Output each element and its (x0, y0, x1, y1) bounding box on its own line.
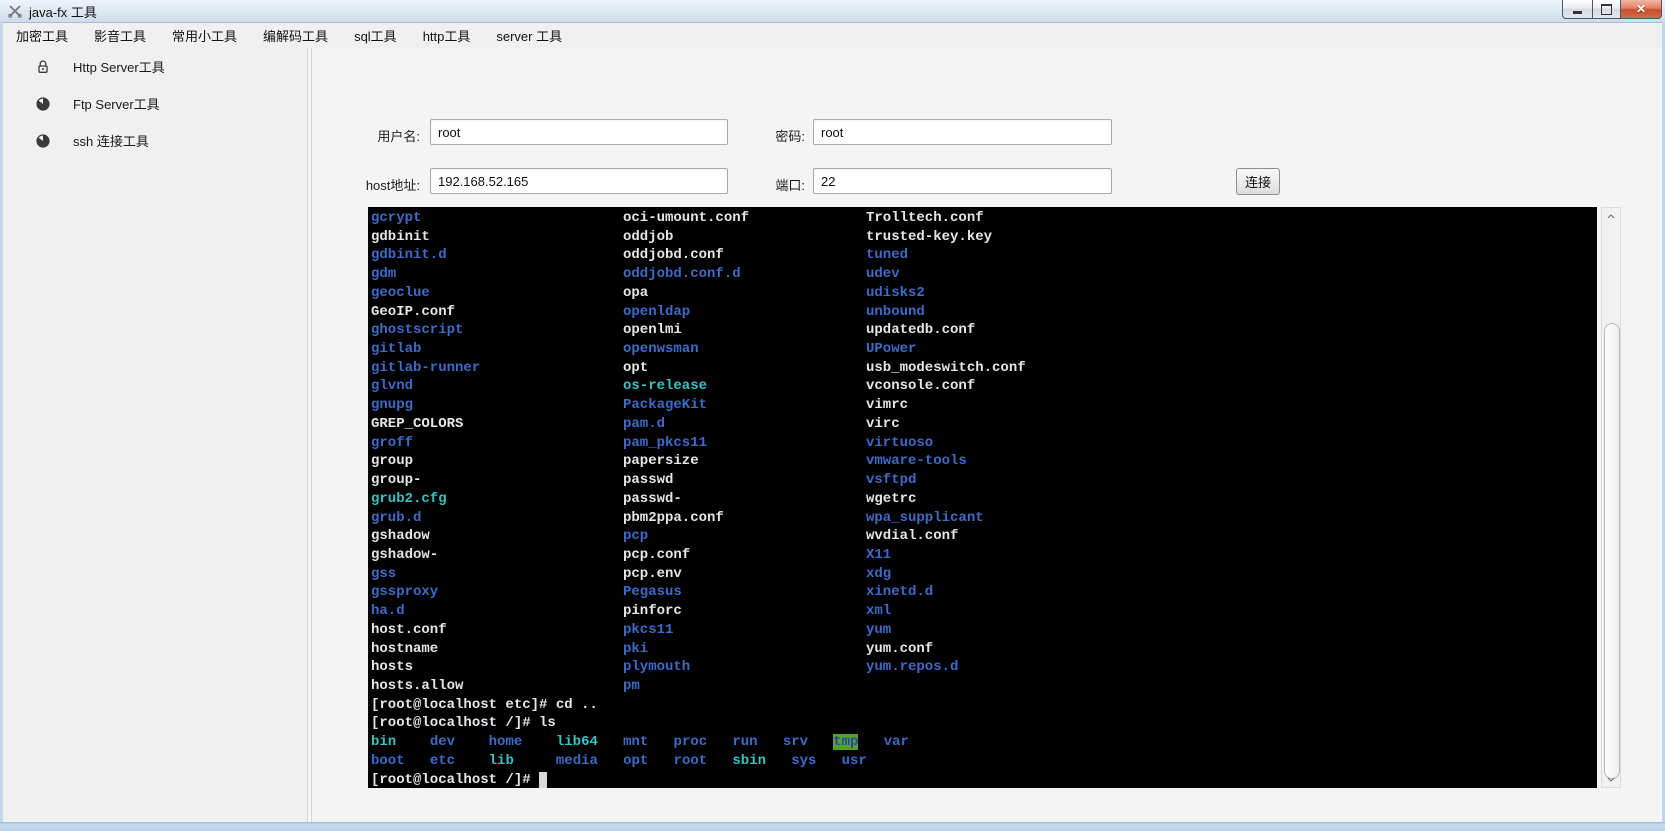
sidebar-item-0[interactable]: Http Server工具 (3, 48, 307, 85)
menu-item-0[interactable]: 加密工具 (3, 22, 81, 49)
username-label: 用户名: (340, 126, 420, 145)
sidebar-item-label: Http Server工具 (73, 57, 165, 76)
globe-icon (35, 96, 51, 112)
menu-item-6[interactable]: server 工具 (483, 22, 575, 49)
close-icon: ✕ (1636, 2, 1646, 16)
host-label: host地址: (330, 175, 420, 194)
scrollbar-thumb[interactable] (1604, 323, 1620, 779)
menu-item-1[interactable]: 影音工具 (81, 22, 159, 49)
terminal-line: gitlab-runneroptusb_modeswitch.conf (371, 359, 1597, 378)
menu-item-4[interactable]: sql工具 (341, 22, 410, 49)
password-label: 密码: (737, 126, 805, 145)
terminal-line: grub.dpbm2ppa.confwpa_supplicant (371, 509, 1597, 528)
sidebar: Http Server工具 Ftp Server工具 ssh 连接工具 (3, 48, 307, 822)
terminal-line: GeoIP.confopenldapunbound (371, 303, 1597, 322)
port-input[interactable] (813, 168, 1112, 194)
sidebar-item-label: Ftp Server工具 (73, 94, 160, 113)
window-title: java-fx 工具 (29, 2, 97, 21)
window-frame-bottom (0, 822, 1665, 831)
terminal-line: geoclueopaudisks2 (371, 284, 1597, 303)
terminal-line: bin dev home lib64 mnt proc run srv tmp … (371, 733, 1597, 752)
app-icon (7, 3, 23, 19)
terminal-line: ha.dpinforcxml (371, 602, 1597, 621)
terminal-line: grub2.cfgpasswd-wgetrc (371, 490, 1597, 509)
terminal-line: hosts.allowpm (371, 677, 1597, 696)
terminal[interactable]: gcryptoci-umount.confTrolltech.confgdbin… (368, 207, 1597, 788)
username-input[interactable] (430, 119, 728, 145)
terminal-line: GREP_COLORSpam.dvirc (371, 415, 1597, 434)
terminal-line: gnupgPackageKitvimrc (371, 396, 1597, 415)
main-panel: 用户名: 密码: host地址: 端口: 连接 gcryptoci-umount… (312, 48, 1662, 822)
maximize-icon (1601, 4, 1612, 15)
menu-bar: 加密工具影音工具常用小工具编解码工具sql工具http工具server 工具 (3, 23, 1662, 49)
title-bar: java-fx 工具 ✕ (0, 0, 1665, 23)
globe-icon (35, 133, 51, 149)
terminal-line: [root@localhost /]# ls (371, 714, 1597, 733)
minimize-button[interactable] (1562, 0, 1592, 19)
terminal-line: ghostscriptopenlmiupdatedb.conf (371, 321, 1597, 340)
terminal-line: gdbinitoddjobtrusted-key.key (371, 228, 1597, 247)
minimize-icon (1573, 11, 1582, 14)
terminal-line: [root@localhost etc]# cd .. (371, 696, 1597, 715)
lock-icon (35, 59, 51, 75)
close-button[interactable]: ✕ (1621, 0, 1662, 19)
terminal-line: hostsplymouthyum.repos.d (371, 658, 1597, 677)
menu-item-3[interactable]: 编解码工具 (250, 22, 341, 49)
terminal-line: hostnamepkiyum.conf (371, 640, 1597, 659)
scroll-down-button[interactable] (1602, 771, 1620, 787)
terminal-line: groffpam_pkcs11virtuoso (371, 434, 1597, 453)
menu-item-2[interactable]: 常用小工具 (159, 22, 250, 49)
terminal-line: gdbinit.doddjobd.conftuned (371, 246, 1597, 265)
sidebar-item-1[interactable]: Ftp Server工具 (3, 85, 307, 122)
terminal-line: boot etc lib media opt root sbin sys usr (371, 752, 1597, 771)
connect-button[interactable]: 连接 (1236, 168, 1280, 195)
chevron-down-icon (1607, 777, 1615, 782)
port-label: 端口: (737, 175, 805, 194)
menu-item-5[interactable]: http工具 (410, 22, 484, 49)
terminal-scrollbar[interactable] (1601, 207, 1621, 788)
terminal-line: gssproxyPegasusxinetd.d (371, 583, 1597, 602)
app-window: java-fx 工具 ✕ 加密工具影音工具常用小工具编解码工具sql工具http… (0, 0, 1665, 831)
terminal-line: [root@localhost /]# (371, 771, 1597, 788)
terminal-line: group-passwdvsftpd (371, 471, 1597, 490)
password-input[interactable] (813, 119, 1112, 145)
terminal-line: gitlabopenwsmanUPower (371, 340, 1597, 359)
sidebar-item-2[interactable]: ssh 连接工具 (3, 122, 307, 159)
window-controls: ✕ (1562, 0, 1662, 19)
terminal-line: gshadow-pcp.confX11 (371, 546, 1597, 565)
host-input[interactable] (430, 168, 728, 194)
sidebar-item-label: ssh 连接工具 (73, 131, 149, 150)
maximize-button[interactable] (1592, 0, 1621, 19)
terminal-line: grouppapersizevmware-tools (371, 452, 1597, 471)
terminal-line: glvndos-releasevconsole.conf (371, 377, 1597, 396)
terminal-line: gsspcp.envxdg (371, 565, 1597, 584)
chevron-up-icon (1607, 214, 1615, 219)
scroll-up-button[interactable] (1602, 208, 1620, 224)
terminal-line: gdmoddjobd.conf.dudev (371, 265, 1597, 284)
terminal-line: gshadowpcpwvdial.conf (371, 527, 1597, 546)
terminal-line: host.confpkcs11yum (371, 621, 1597, 640)
terminal-line: gcryptoci-umount.confTrolltech.conf (371, 209, 1597, 228)
